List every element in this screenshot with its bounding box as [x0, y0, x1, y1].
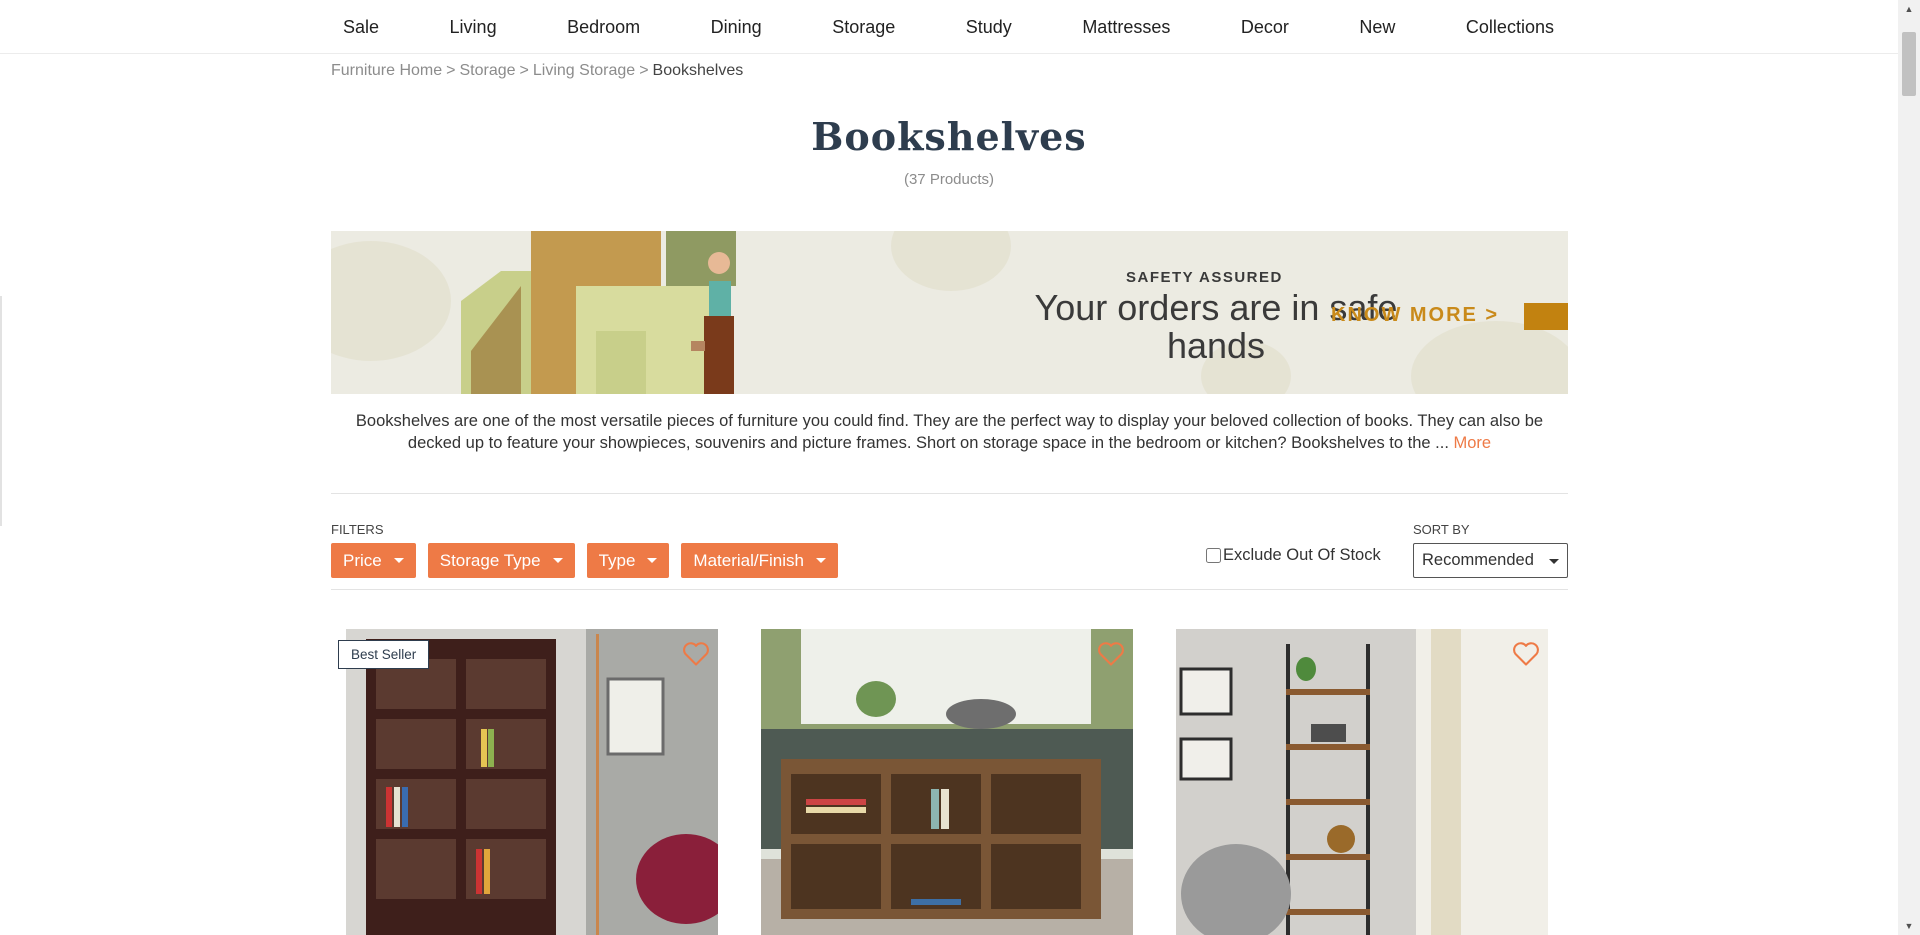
scroll-down-arrow-icon[interactable]: ▼: [1898, 917, 1920, 935]
breadcrumb-separator: >: [639, 62, 649, 79]
nav-item-sale[interactable]: Sale: [330, 17, 392, 38]
caret-down-icon: [815, 558, 826, 563]
nav-item-living[interactable]: Living: [437, 17, 510, 38]
banner-eyebrow: SAFETY ASSURED: [1126, 269, 1283, 286]
breadcrumb-separator: >: [446, 62, 456, 79]
filter-price-button[interactable]: Price: [331, 543, 416, 578]
breadcrumb-current: Bookshelves: [652, 62, 744, 79]
exclude-out-of-stock[interactable]: Exclude Out Of Stock: [1206, 546, 1381, 565]
banner-know-more-link[interactable]: KNOW MORE >: [1331, 304, 1499, 327]
exclude-out-of-stock-label: Exclude Out Of Stock: [1223, 546, 1381, 564]
product-card[interactable]: [1176, 629, 1548, 935]
description-more-link[interactable]: More: [1454, 434, 1492, 452]
product-image: [1176, 629, 1548, 935]
nav-item-mattresses[interactable]: Mattresses: [1069, 17, 1183, 38]
filter-label: Type: [598, 550, 636, 570]
sort-selected-value: Recommended: [1422, 551, 1534, 569]
caret-down-icon: [552, 558, 563, 563]
caret-down-icon: [647, 558, 658, 563]
filter-buttons: Price Storage Type Type Material/Finish: [331, 543, 838, 578]
filter-label: Material/Finish: [693, 550, 804, 570]
banner-accent-tab: [1524, 303, 1568, 330]
product-image: [346, 629, 718, 935]
banner-headline: Your orders are in safe hands: [1034, 287, 1398, 366]
divider: [331, 493, 1568, 494]
nav-items: Sale Living Bedroom Dining Storage Study…: [330, 0, 1567, 54]
filters-label: FILTERS: [331, 522, 384, 537]
nav-item-collections[interactable]: Collections: [1453, 17, 1567, 38]
exclude-out-of-stock-checkbox[interactable]: [1206, 548, 1221, 563]
product-card[interactable]: [761, 629, 1133, 935]
product-card[interactable]: [346, 629, 718, 935]
top-nav: Sale Living Bedroom Dining Storage Study…: [0, 0, 1898, 54]
product-count: (37 Products): [903, 171, 995, 188]
wishlist-heart-icon[interactable]: [682, 641, 710, 667]
caret-down-icon: [393, 558, 404, 563]
nav-item-study[interactable]: Study: [953, 17, 1025, 38]
filter-storage-type-button[interactable]: Storage Type: [427, 543, 575, 578]
banner-leaf-decor: [891, 231, 1011, 291]
banner-leaf-decor: [331, 241, 451, 361]
filter-type-button[interactable]: Type: [586, 543, 670, 578]
best-seller-badge: Best Seller: [338, 640, 430, 669]
wishlist-heart-icon[interactable]: [1097, 641, 1125, 667]
filter-label: Storage Type: [439, 550, 541, 570]
wishlist-heart-icon[interactable]: [1512, 641, 1540, 667]
page-title: Bookshelves: [811, 114, 1087, 159]
scroll-up-arrow-icon[interactable]: ▲: [1898, 0, 1920, 18]
nav-item-new[interactable]: New: [1346, 17, 1408, 38]
breadcrumb-living-storage[interactable]: Living Storage: [533, 62, 635, 79]
sort-select[interactable]: Recommended: [1413, 543, 1568, 578]
filter-label: Price: [343, 550, 382, 570]
breadcrumb-separator: >: [519, 62, 529, 79]
delivery-illustration: [461, 231, 736, 394]
breadcrumb-furniture-home[interactable]: Furniture Home: [331, 62, 442, 79]
product-image: [761, 629, 1133, 935]
caret-down-icon: [1549, 559, 1559, 564]
nav-item-storage[interactable]: Storage: [819, 17, 908, 38]
breadcrumb-storage[interactable]: Storage: [460, 62, 516, 79]
nav-item-bedroom[interactable]: Bedroom: [554, 17, 653, 38]
filter-material-finish-button[interactable]: Material/Finish: [681, 543, 838, 578]
nav-item-decor[interactable]: Decor: [1228, 17, 1302, 38]
left-edge-divider: [0, 296, 2, 526]
nav-item-dining[interactable]: Dining: [698, 17, 775, 38]
scrollbar-thumb[interactable]: [1902, 32, 1916, 96]
category-description: Bookshelves are one of the most versatil…: [331, 410, 1568, 454]
divider: [331, 589, 1568, 590]
page-scrollbar[interactable]: ▲ ▼: [1898, 0, 1920, 935]
breadcrumb: Furniture Home > Storage > Living Storage > Bo…: [331, 62, 743, 80]
safety-banner[interactable]: SAFETY ASSURED Your orders are in safe h…: [331, 231, 1568, 394]
sort-by-label: SORT BY: [1413, 522, 1470, 537]
description-text: Bookshelves are one of the most versatil…: [355, 412, 1544, 452]
